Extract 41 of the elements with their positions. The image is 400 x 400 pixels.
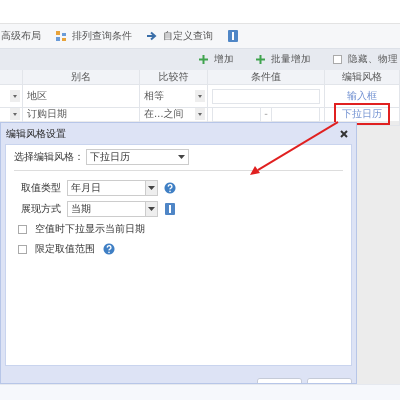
input-field[interactable] (270, 106, 320, 122)
checkbox-label: 隐藏、物理 (348, 53, 398, 66)
checkbox-label: 空值时下拉显示当前日期 (35, 222, 145, 236)
toolbar-button[interactable]: 排列查询条件 (72, 29, 132, 43)
column-header: 比较符 (140, 70, 208, 85)
table-cell: 地区 (23, 85, 140, 108)
checkbox[interactable] (333, 55, 342, 64)
help-icon (164, 182, 176, 194)
info-icon (227, 30, 239, 42)
field-label: 选择编辑风格： (14, 150, 84, 164)
info-icon (164, 202, 176, 214)
range-separator: - (264, 108, 268, 120)
dialog-button[interactable] (257, 378, 302, 383)
plus-icon (199, 55, 208, 64)
input-field[interactable] (212, 106, 262, 122)
dropdown-field[interactable]: 当期 (67, 200, 158, 216)
dialog-button[interactable] (307, 378, 352, 383)
column-header: 编辑风格 (325, 70, 400, 85)
toolbar-button[interactable]: 自定义查询 (163, 29, 213, 43)
add-button[interactable]: 批量增加 (271, 53, 311, 66)
column-header: 别名 (23, 70, 140, 85)
dropdown-field[interactable]: 年月日 (67, 180, 158, 196)
input-field[interactable] (212, 88, 320, 104)
add-button[interactable]: 增加 (214, 53, 234, 66)
toolbar-button[interactable]: 高级布局 (1, 29, 41, 43)
field-label: 取值类型 (21, 182, 61, 194)
style-select[interactable]: 下拉日历 (86, 149, 189, 165)
sort-icon (55, 30, 67, 42)
close-icon (340, 130, 348, 138)
dropdown-arrow-icon (148, 206, 155, 210)
checkbox-label: 限定取值范围 (35, 242, 95, 256)
arrow-right-icon (146, 30, 158, 42)
operator-select[interactable]: 相等 (140, 85, 208, 108)
dropdown-arrow-icon (148, 186, 155, 190)
checkbox[interactable] (18, 244, 27, 254)
checkbox[interactable] (18, 224, 27, 234)
column-header: 条件值 (208, 70, 325, 85)
dialog-title: 编辑风格设置 (6, 128, 66, 140)
dropdown-arrow-icon (178, 155, 185, 159)
plus-icon (256, 55, 265, 64)
field-label: 展现方式 (21, 202, 61, 216)
